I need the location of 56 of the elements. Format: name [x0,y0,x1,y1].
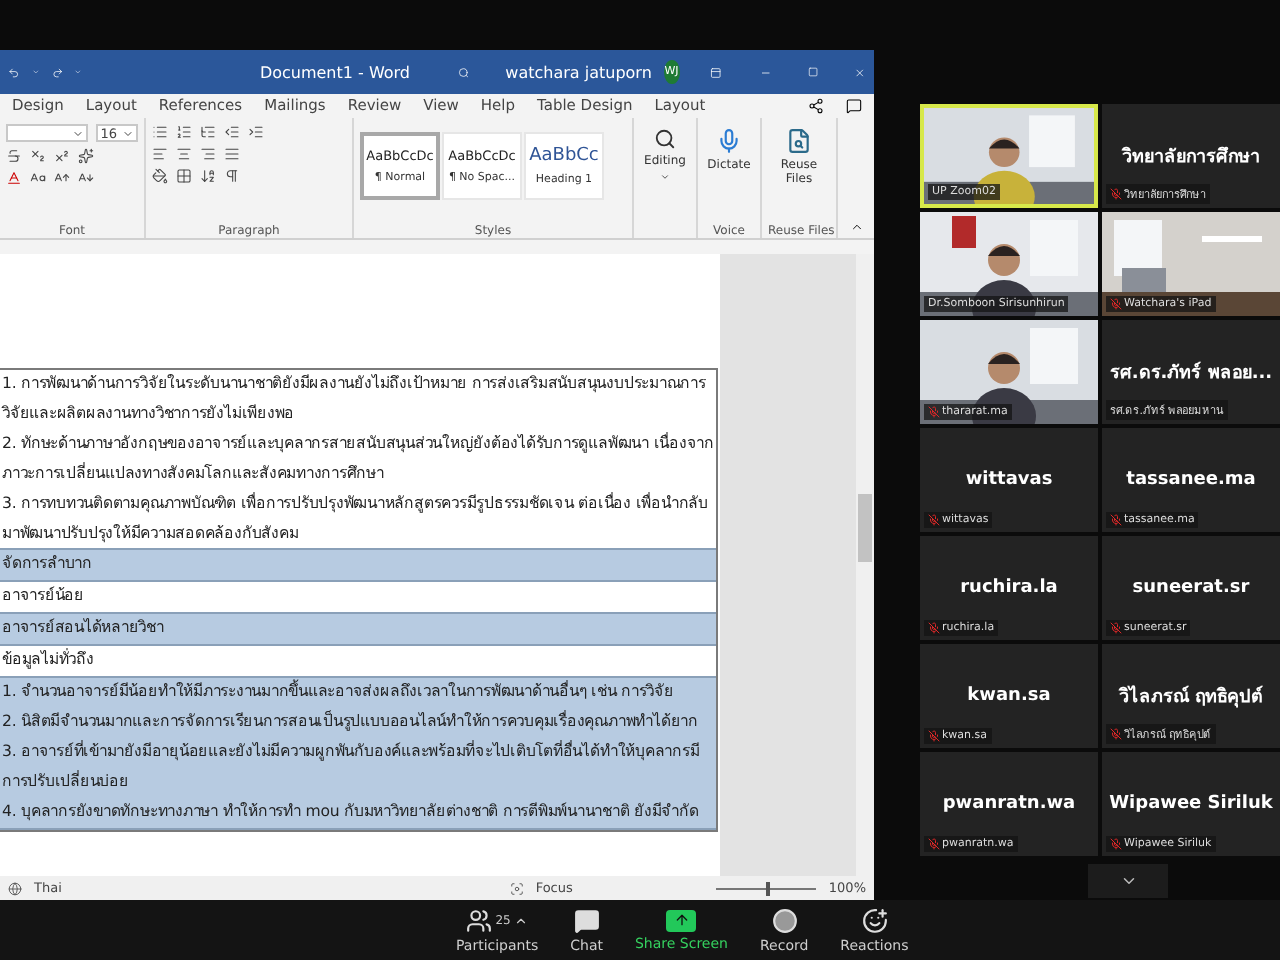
chat-icon [573,907,600,933]
participant-name: วิทยาลัยการศึกษา [1122,144,1260,170]
participant-name: wittavas [965,470,1053,490]
user-name: watchara jatuporn [505,63,652,81]
participant-name: Wipawee Siriluk [1109,794,1273,814]
comments-icon[interactable] [846,98,862,114]
font-name-field[interactable] [6,124,89,142]
shading-icon[interactable] [152,168,168,184]
superscript-icon[interactable] [54,148,70,164]
align-left-icon[interactable] [152,146,168,162]
decrease-indent-icon[interactable] [224,124,240,140]
align-center-icon[interactable] [176,146,192,162]
participant-name: tassanee.ma [1126,470,1256,490]
increase-indent-icon[interactable] [248,124,264,140]
chevron-down-icon [1119,872,1137,890]
reactions-icon [861,907,888,933]
grow-font-icon[interactable] [54,170,70,186]
participants-icon [465,907,492,933]
ribbon-display-icon[interactable] [710,63,723,81]
pilcrow-icon[interactable] [224,168,240,184]
language-icon[interactable] [8,881,22,895]
change-case-icon[interactable] [30,170,46,186]
microphone-icon [716,128,742,154]
search-icon [654,128,676,150]
font-color-icon[interactable] [6,170,22,186]
search-icon[interactable] [457,63,469,81]
share-icon[interactable] [808,98,824,114]
record-icon [771,907,798,933]
focus-icon[interactable] [509,881,524,895]
shrink-font-icon[interactable] [78,170,94,186]
close-icon[interactable] [854,63,866,81]
collapse-ribbon-icon[interactable] [849,220,863,234]
strikethrough-icon[interactable] [6,148,22,164]
subscript-icon[interactable] [30,148,46,164]
participant-name: kwan.sa [967,686,1051,706]
redo-icon[interactable] [51,63,63,81]
sort-icon[interactable] [200,168,216,184]
align-right-icon[interactable] [200,146,216,162]
maximize-icon[interactable] [807,64,818,80]
undo-icon[interactable] [8,63,20,81]
participant-name: รศ.ดร.ภัทร์ พลอย... [1109,359,1273,386]
document-search-icon [786,128,812,154]
borders-icon[interactable] [176,168,192,184]
participant-name: ruchira.la [960,578,1058,598]
caret-icon [660,172,670,182]
numbering-icon[interactable] [176,124,192,140]
participant-name: pwanratn.wa [942,794,1076,814]
justify-icon[interactable] [224,146,240,162]
participant-name: suneerat.sr [1132,578,1250,598]
text-effects-icon[interactable] [78,148,94,164]
multilevel-list-icon[interactable] [200,124,216,140]
caret-icon[interactable] [514,913,529,927]
arrow-up-icon [673,912,690,928]
participant-name: วิไลภรณ์ ฤทธิคุปต์ [1118,683,1264,710]
window-title: Document1 - Word [259,63,411,81]
bullets-icon[interactable] [152,124,168,140]
